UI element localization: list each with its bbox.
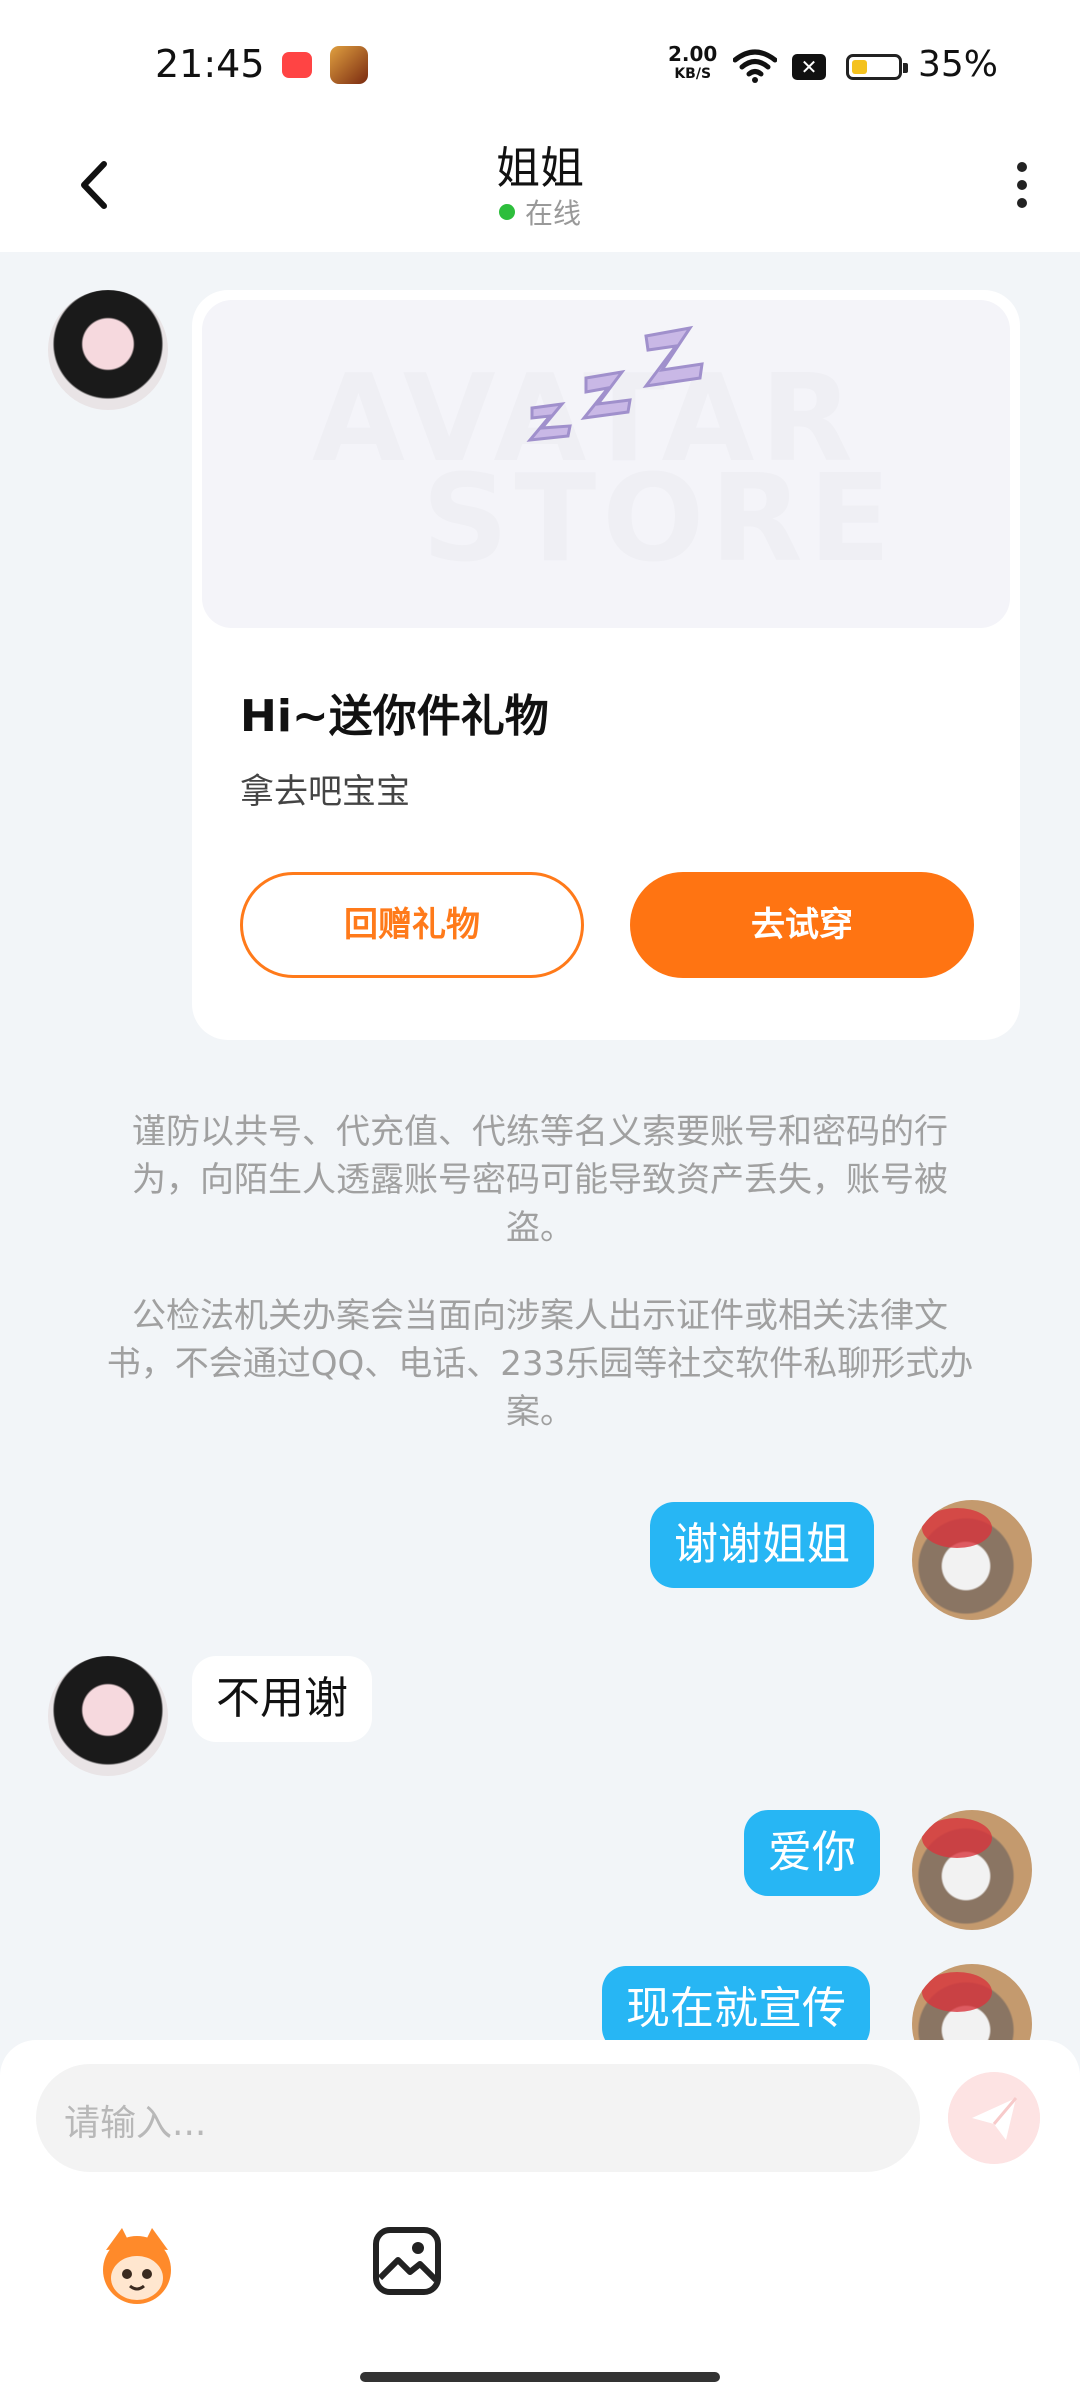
message-bubble-sent[interactable]: 爱你: [744, 1810, 880, 1896]
gift-banner-image: AVATAR STORE: [202, 300, 1010, 628]
input-panel: 请输入...: [0, 2040, 1080, 2400]
send-button[interactable]: [948, 2072, 1040, 2164]
my-avatar[interactable]: [912, 1810, 1032, 1930]
input-placeholder: 请输入...: [64, 2103, 207, 2144]
message-input[interactable]: 请输入...: [36, 2064, 920, 2172]
message-bubble-sent[interactable]: 谢谢姐姐: [650, 1502, 874, 1588]
battery-percent: 35%: [918, 44, 999, 85]
battery-icon: [846, 54, 908, 80]
gift-title: Hi~送你件礼物: [240, 691, 549, 742]
presence-status: 在线: [0, 192, 1080, 232]
image-picker-button[interactable]: [370, 2224, 444, 2298]
sleep-zzz-icon: [526, 325, 704, 442]
game-app-icon: [282, 52, 312, 78]
chat-title: 姐姐: [496, 143, 584, 194]
contact-avatar[interactable]: [48, 1656, 168, 1776]
home-indicator[interactable]: [360, 2372, 720, 2382]
hero-app-icon: [330, 46, 368, 84]
wifi-icon: [733, 49, 777, 83]
contact-avatar[interactable]: [48, 290, 168, 410]
gift-card: AVATAR STORE Hi~送你件礼物 拿去吧宝宝 回赠礼物 去试穿: [192, 290, 1020, 1040]
online-dot-icon: [498, 204, 515, 220]
safety-notice-account: 谨防以共号、代充值、代练等名义索要账号和密码的行为，向陌生人透露账号密码可能导致…: [132, 1112, 948, 1248]
my-avatar[interactable]: [912, 1500, 1032, 1620]
network-speed-unit: KB/S: [674, 66, 712, 82]
message-bubble-received[interactable]: 不用谢: [192, 1656, 372, 1742]
emoji-button[interactable]: [92, 2220, 182, 2310]
network-speed: 2.00 KB/S: [668, 44, 717, 84]
battery-level: [852, 60, 867, 74]
status-bar: 21:45 2.00 KB/S ✕ 35%: [0, 0, 1080, 120]
more-options-button[interactable]: [992, 154, 1052, 224]
network-speed-value: 2.00: [668, 42, 718, 66]
try-on-button[interactable]: 去试穿: [630, 872, 974, 978]
gift-subtitle: 拿去吧宝宝: [240, 772, 410, 812]
notification-x-icon: ✕: [792, 54, 826, 80]
status-time: 21:45: [155, 42, 265, 86]
chat-header: 姐姐 在线: [0, 120, 1080, 252]
return-gift-button[interactable]: 回赠礼物: [240, 872, 584, 978]
safety-notice-police: 公检法机关办案会当面向涉案人出示证件或相关法律文书，不会通过QQ、电话、233乐…: [106, 1296, 974, 1432]
presence-label: 在线: [524, 197, 581, 230]
